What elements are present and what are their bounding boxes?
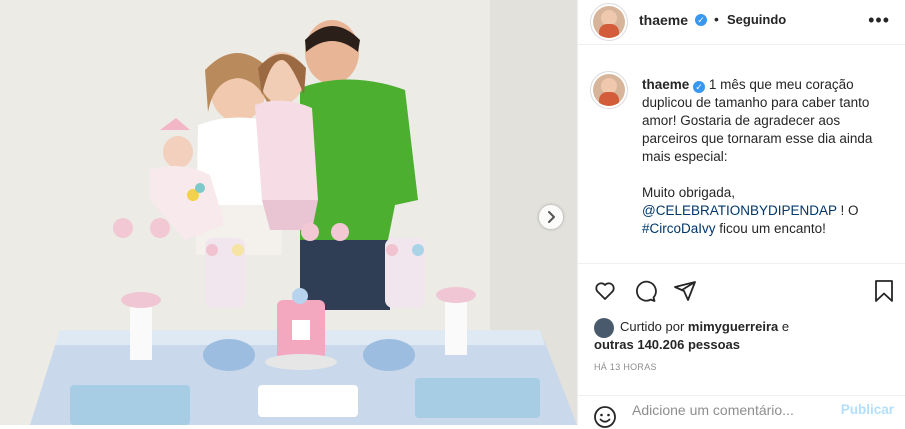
caption-mention-link[interactable]: @CELEBRATIONBYDIPENDAP xyxy=(642,203,837,218)
emoji-icon[interactable] xyxy=(593,405,617,429)
post-timestamp[interactable]: HÁ 13 HORAS xyxy=(594,362,657,372)
bookmark-icon[interactable] xyxy=(872,279,896,303)
header-separator: • xyxy=(714,11,719,27)
comment-icon[interactable] xyxy=(633,279,657,303)
caption-verified-badge-icon: ✓ xyxy=(693,81,706,93)
heart-icon[interactable] xyxy=(593,279,617,303)
caption-hashtag-link[interactable]: #CircoDaIvy xyxy=(642,221,716,236)
post-photo[interactable] xyxy=(0,0,577,425)
caption-after-mention: ! O xyxy=(836,203,859,218)
caption-avatar-ring[interactable] xyxy=(590,71,628,109)
share-icon[interactable] xyxy=(673,279,697,303)
next-arrow-icon xyxy=(548,211,555,223)
author-avatar-ring[interactable] xyxy=(590,3,628,41)
post-caption: thaeme ✓ 1 mês que meu coração duplicou … xyxy=(642,76,892,238)
more-options-icon[interactable]: ••• xyxy=(868,10,890,31)
post-header: thaeme ✓ • Seguindo ••• xyxy=(578,0,905,45)
next-photo-button[interactable] xyxy=(539,205,563,229)
likes-count-link[interactable]: outras 140.206 pessoas xyxy=(594,337,740,352)
liker-username[interactable]: mimyguerreira xyxy=(688,319,778,334)
post-sidebar: thaeme ✓ • Seguindo ••• thaeme ✓ 1 mês q… xyxy=(577,0,905,429)
caption-avatar[interactable] xyxy=(593,74,625,106)
likes-middle: e xyxy=(778,319,790,334)
caption-thanks: Muito obrigada, xyxy=(642,185,736,200)
action-bar xyxy=(578,263,905,320)
liker-avatar[interactable] xyxy=(594,318,614,338)
instagram-post: thaeme ✓ • Seguindo ••• thaeme ✓ 1 mês q… xyxy=(0,0,905,429)
author-username[interactable]: thaeme xyxy=(639,12,688,28)
comment-bar: Publicar xyxy=(578,395,905,429)
family-party-photo xyxy=(0,0,577,425)
verified-badge-icon: ✓ xyxy=(695,14,707,26)
follow-status-button[interactable]: Seguindo xyxy=(727,12,786,27)
publish-button[interactable]: Publicar xyxy=(841,402,894,417)
caption-username[interactable]: thaeme xyxy=(642,77,689,92)
likes-prefix: Curtido por xyxy=(620,319,688,334)
caption-after-hashtag: ficou um encanto! xyxy=(715,221,826,236)
comment-input[interactable] xyxy=(630,401,844,419)
author-avatar[interactable] xyxy=(593,6,625,38)
